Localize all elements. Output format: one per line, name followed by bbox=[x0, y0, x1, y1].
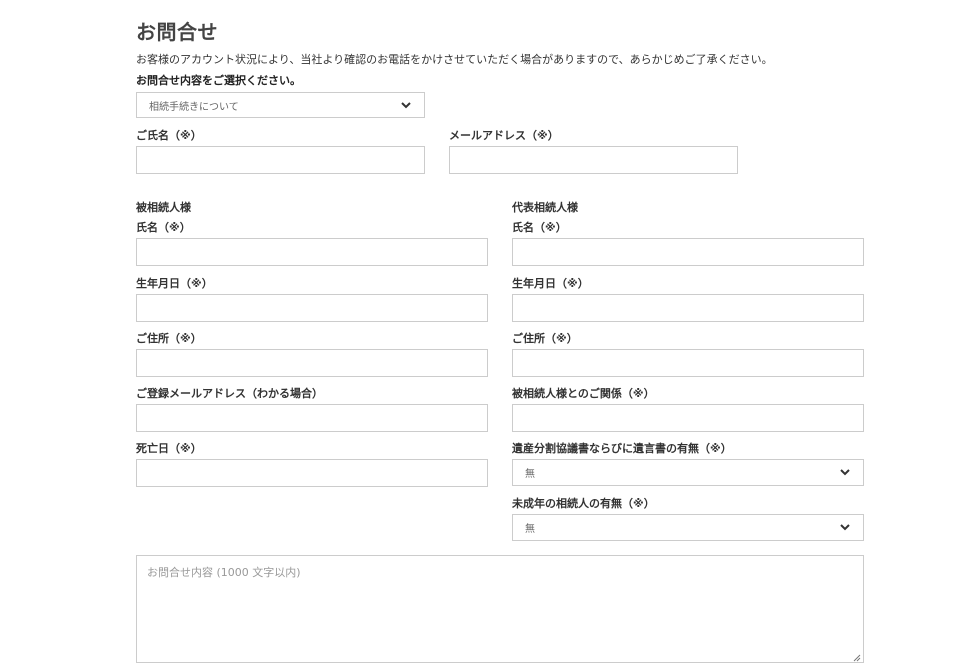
representative-section-title: 代表相続人様 bbox=[512, 201, 578, 214]
minor-heir-value: 無 bbox=[525, 524, 535, 535]
contact-email-label: メールアドレス（※） bbox=[449, 129, 559, 142]
deceased-email-input[interactable] bbox=[136, 404, 488, 432]
representative-name-input[interactable] bbox=[512, 238, 864, 266]
representative-birthdate-input[interactable] bbox=[512, 294, 864, 322]
message-textarea[interactable]: お問合せ内容 (1000 文字以内) bbox=[136, 555, 864, 663]
contact-name-input[interactable] bbox=[136, 146, 425, 174]
deceased-name-input[interactable] bbox=[136, 238, 488, 266]
inquiry-type-value: 相続手続きについて bbox=[149, 101, 239, 113]
resize-grip-icon[interactable] bbox=[853, 652, 861, 662]
notice-text: お客様のアカウント状況により、当社より確認のお電話をかけさせていただく場合があり… bbox=[136, 53, 773, 66]
chevron-down-icon bbox=[839, 522, 851, 534]
representative-birthdate-label: 生年月日（※） bbox=[512, 277, 589, 290]
minor-heir-select[interactable]: 無 bbox=[512, 514, 864, 541]
representative-address-input[interactable] bbox=[512, 349, 864, 377]
representative-relationship-label: 被相続人様とのご関係（※） bbox=[512, 387, 655, 400]
deceased-birthdate-label: 生年月日（※） bbox=[136, 277, 213, 290]
message-placeholder: お問合せ内容 (1000 文字以内) bbox=[147, 566, 301, 579]
deceased-email-label: ご登録メールアドレス（わかる場合） bbox=[136, 387, 323, 400]
will-presence-label: 遺産分割協議書ならびに遺言書の有無（※） bbox=[512, 442, 732, 455]
deceased-address-label: ご住所（※） bbox=[136, 332, 202, 345]
representative-relationship-input[interactable] bbox=[512, 404, 864, 432]
chevron-down-icon bbox=[839, 467, 851, 479]
deceased-death-date-label: 死亡日（※） bbox=[136, 442, 202, 455]
representative-name-label: 氏名（※） bbox=[512, 221, 567, 234]
representative-address-label: ご住所（※） bbox=[512, 332, 578, 345]
deceased-section-title: 被相続人様 bbox=[136, 201, 191, 214]
will-presence-value: 無 bbox=[525, 469, 535, 480]
contact-name-label: ご氏名（※） bbox=[136, 129, 202, 142]
deceased-name-label: 氏名（※） bbox=[136, 221, 191, 234]
inquiry-type-label: お問合せ内容をご選択ください。 bbox=[136, 74, 301, 87]
deceased-birthdate-input[interactable] bbox=[136, 294, 488, 322]
inquiry-type-select[interactable]: 相続手続きについて bbox=[136, 92, 425, 118]
minor-heir-label: 未成年の相続人の有無（※） bbox=[512, 497, 655, 510]
will-presence-select[interactable]: 無 bbox=[512, 459, 864, 486]
page-title: お問合せ bbox=[136, 20, 218, 44]
deceased-address-input[interactable] bbox=[136, 349, 488, 377]
deceased-death-date-input[interactable] bbox=[136, 459, 488, 487]
chevron-down-icon bbox=[400, 99, 412, 111]
contact-email-input[interactable] bbox=[449, 146, 738, 174]
